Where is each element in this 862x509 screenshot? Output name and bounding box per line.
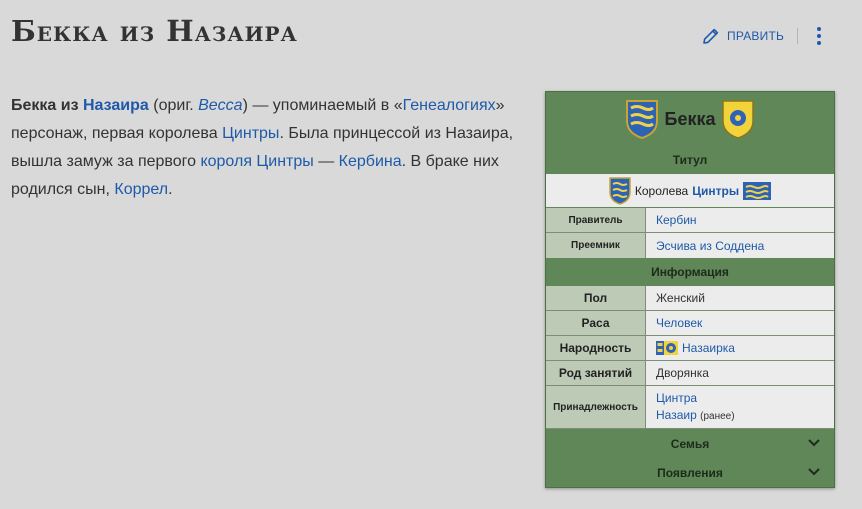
page-title: Бекка из Назаира — [11, 14, 298, 48]
intro-text-1: (ориг. — [153, 97, 194, 114]
link-affiliation-cintra[interactable]: Цинтра — [656, 390, 697, 407]
pencil-icon — [703, 28, 719, 44]
nazair-flag-icon — [656, 341, 678, 355]
row-ruler: Правитель Кербин — [546, 208, 834, 233]
intro-paragraph: Бекка из Назаира (ориг. Becca) — упомина… — [11, 92, 521, 204]
row-nationality: Народность Назаирка — [546, 336, 834, 361]
link-king-cintra[interactable]: короля Цинтры — [200, 153, 313, 170]
row-gender: Пол Женский — [546, 286, 834, 311]
link-ruler[interactable]: Кербин — [656, 213, 697, 227]
nazair-coat-of-arms-icon[interactable] — [721, 99, 755, 139]
label-successor: Преемник — [546, 233, 646, 258]
section-info: Информация — [651, 265, 729, 279]
link-race[interactable]: Человек — [656, 316, 702, 330]
family-label: Семья — [670, 436, 710, 451]
row-occupation: Род занятий Дворянка — [546, 361, 834, 386]
link-successor[interactable]: Эсчива из Содденa — [656, 239, 764, 253]
link-genealogies[interactable]: Генеалогиях — [403, 97, 496, 114]
intro-period: . — [168, 181, 173, 198]
toolbar-divider — [797, 28, 798, 44]
affiliation-note: (ранее) — [700, 410, 735, 422]
link-nazair[interactable]: Назаира — [83, 97, 149, 114]
chevron-down-icon — [808, 468, 820, 476]
label-gender: Пол — [546, 286, 646, 310]
label-nationality: Народность — [546, 336, 646, 360]
cintra-coat-of-arms-icon[interactable] — [625, 99, 659, 139]
infobox-title: Бекка — [664, 108, 716, 129]
link-korrel[interactable]: Коррел — [114, 181, 168, 198]
title-link-cintra[interactable]: Цинтры — [692, 184, 739, 198]
value-occupation: Дворянка — [646, 361, 834, 385]
row-race: Раса Человек — [546, 311, 834, 336]
intro-text-2: ) — упоминаемый в « — [242, 97, 403, 114]
row-affiliation: Принадлежность Цинтра Назаир (ранее) — [546, 386, 834, 429]
label-race: Раса — [546, 311, 646, 335]
cintra-shield-icon — [609, 176, 631, 205]
edit-button[interactable]: ПРАВИТЬ — [701, 25, 784, 47]
infobox-header: Бекка — [546, 92, 834, 146]
appearances-label: Появления — [657, 465, 723, 480]
title-prefix: Королева — [634, 183, 689, 198]
original-name-link[interactable]: Becca — [198, 97, 242, 114]
section-title: Титул — [672, 153, 708, 167]
label-ruler: Правитель — [546, 208, 646, 232]
intro-subject: Бекка из — [11, 97, 79, 114]
chevron-down-icon — [808, 439, 820, 447]
link-nationality[interactable]: Назаирка — [682, 341, 735, 355]
cintra-flag-icon — [743, 181, 772, 200]
title-row: Королева Цинтры — [546, 174, 834, 208]
value-gender: Женский — [646, 286, 834, 310]
link-affiliation-nazair[interactable]: Назаир — [656, 408, 697, 422]
family-toggle[interactable]: Семья — [546, 429, 834, 458]
appearances-toggle[interactable]: Появления — [546, 458, 834, 487]
infobox: Бекка Титул Королева Цинтры Правитель Ке… — [545, 91, 835, 488]
label-occupation: Род занятий — [546, 361, 646, 385]
edit-label: ПРАВИТЬ — [727, 29, 785, 43]
link-cintra[interactable]: Цинтры — [222, 125, 279, 142]
intro-dash: — — [318, 153, 335, 170]
more-vertical-icon — [817, 27, 821, 45]
label-affiliation: Принадлежность — [546, 386, 646, 428]
row-successor: Преемник Эсчива из Содденa — [546, 233, 834, 258]
more-options-button[interactable] — [811, 24, 827, 48]
link-kerbin[interactable]: Кербина — [339, 153, 402, 170]
